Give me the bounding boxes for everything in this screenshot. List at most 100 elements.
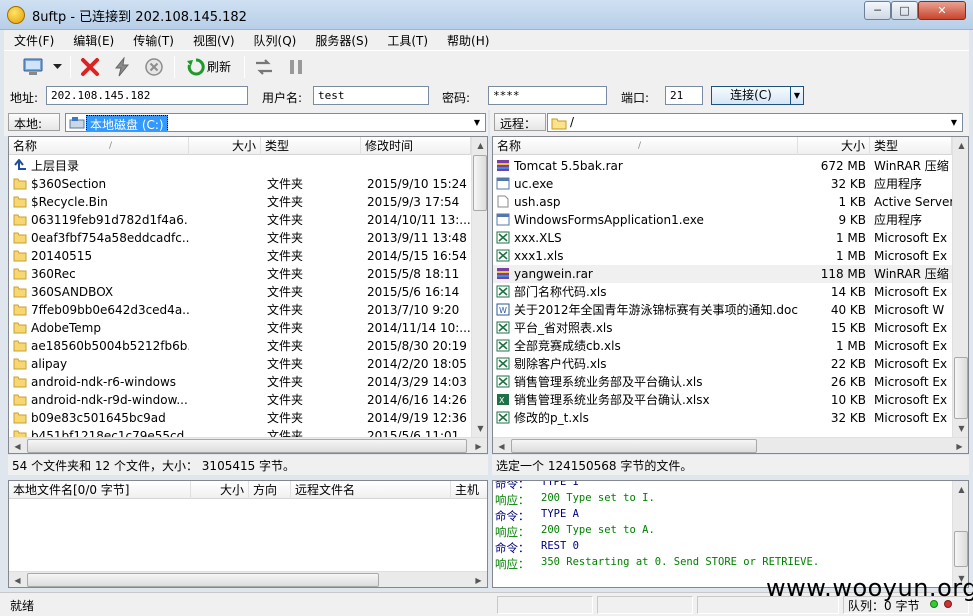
table-row[interactable]: $360Section 文件夹 2015/9/10 15:24 [9,175,471,193]
local-col-type[interactable]: 类型 [261,137,361,155]
disconnect-button[interactable] [76,54,104,79]
scroll-left-icon[interactable]: ◀ [9,572,26,587]
connect-dropdown-button[interactable]: ▼ [790,86,804,105]
drive-icon [69,117,85,129]
table-row[interactable]: xxx.XLS 1 MB Microsoft Ex [493,229,952,247]
table-row[interactable]: android-ndk-r9d-window... 文件夹 2014/6/16 14… [9,391,471,409]
queue-horizontal-scrollbar[interactable]: ◀ ▶ [9,571,487,587]
combo-arrow-icon[interactable]: ▼ [946,114,962,131]
menu-file[interactable]: 文件(F) [4,32,63,49]
queue-col-size[interactable]: 大小 [191,481,249,499]
table-row[interactable]: xxx1.xls 1 MB Microsoft Ex [493,247,952,265]
table-row[interactable]: WindowsFormsApplication1.exe 9 KB 应用程序 [493,211,952,229]
remote-col-name[interactable]: 名称 / [493,137,798,155]
transfer-mode-button[interactable] [250,54,278,79]
scroll-left-icon[interactable]: ◀ [9,438,26,453]
queue-col-host[interactable]: 主机 [451,481,487,499]
table-row[interactable]: 修改的p_t.xls 32 KB Microsoft Ex [493,409,952,427]
table-row[interactable]: b09e83c501645bc9ad 文件夹 2014/9/19 12:36 [9,409,471,427]
scroll-down-icon[interactable]: ▼ [472,420,487,437]
table-row[interactable]: 7ffeb09bb0e642d3ced4a... 文件夹 2013/7/10 9:2… [9,301,471,319]
table-row[interactable]: W 关于2012年全国青年游泳锦标赛有关事项的通知.doc 40 KB Microso… [493,301,952,319]
table-row[interactable]: 销售管理系统业务部及平台确认.xls 26 KB Microsoft Ex [493,373,952,391]
site-manager-button[interactable] [18,54,48,79]
table-row[interactable]: AdobeTemp 文件夹 2014/11/14 10:... [9,319,471,337]
local-col-size[interactable]: 大小 [189,137,261,155]
connect-button[interactable]: 连接(C) [711,86,791,105]
table-row[interactable]: 063119feb91d782d1f4a6... 文件夹 2014/10/11 13… [9,211,471,229]
remote-vertical-scrollbar[interactable]: ▲ ▼ [952,137,968,437]
address-input[interactable]: 202.108.145.182 [46,86,248,105]
queue-col-local[interactable]: 本地文件名[0/0 字节] [9,481,191,499]
remote-col-type[interactable]: 类型 [870,137,952,155]
connection-bar: 地址: 202.108.145.182 用户名: test 密码: **** 端… [4,82,969,110]
scroll-thumb[interactable] [27,439,467,453]
username-input[interactable]: test [313,86,429,105]
remote-col-size[interactable]: 大小 [798,137,870,155]
remote-horizontal-scrollbar[interactable]: ◀ ▶ [493,437,968,453]
site-dropdown-button[interactable] [50,54,64,79]
table-row[interactable]: 0eaf3fbf754a58eddcadfc... 文件夹 2013/9/11 13… [9,229,471,247]
scroll-thumb[interactable] [511,439,757,453]
menu-tools[interactable]: 工具(T) [377,32,437,49]
local-col-time[interactable]: 修改时间 [361,137,471,155]
table-row[interactable]: alipay 文件夹 2014/2/20 18:05 [9,355,471,373]
log-text: TYPE I [541,481,579,488]
remote-path-combo[interactable]: / ▼ [547,113,963,132]
table-row[interactable]: X 销售管理系统业务部及平台确认.xlsx 10 KB Microsoft Ex [493,391,952,409]
stop-button[interactable] [140,54,168,79]
menu-server[interactable]: 服务器(S) [305,32,377,49]
scroll-down-icon[interactable]: ▼ [953,420,968,437]
queue-col-remote[interactable]: 远程文件名 [291,481,451,499]
local-path-combo[interactable]: 本地磁盘 (C:) ▼ [65,113,486,132]
transfer-arrows-icon [256,58,272,75]
maximize-button[interactable]: □ [891,1,918,20]
minimize-button[interactable]: ─ [864,1,891,20]
table-row[interactable]: 剔除客户代码.xls 22 KB Microsoft Ex [493,355,952,373]
scroll-up-icon[interactable]: ▲ [472,137,487,154]
scroll-right-icon[interactable]: ▶ [951,438,968,453]
scroll-right-icon[interactable]: ▶ [470,572,487,587]
menu-view[interactable]: 视图(V) [183,32,244,49]
table-row[interactable]: 部门名称代码.xls 14 KB Microsoft Ex [493,283,952,301]
scroll-thumb[interactable] [954,531,968,567]
table-row[interactable]: yangwein.rar 118 MB WinRAR 压缩 [493,265,952,283]
log-vertical-scrollbar[interactable]: ▲ ▼ [952,481,968,587]
port-input[interactable]: 21 [665,86,703,105]
scroll-thumb[interactable] [473,155,487,211]
password-input[interactable]: **** [488,86,607,105]
table-row[interactable]: ae18560b5004b5212fb6b... 文件夹 2015/8/30 20:… [9,337,471,355]
table-row[interactable]: 360SANDBOX 文件夹 2015/5/6 16:14 [9,283,471,301]
parent-directory-row[interactable]: 上层目录 [9,157,471,175]
close-button[interactable]: ✕ [918,1,966,20]
scroll-thumb[interactable] [27,573,379,587]
table-row[interactable]: 平台_省对照表.xls 15 KB Microsoft Ex [493,319,952,337]
scroll-up-icon[interactable]: ▲ [953,481,968,498]
pause-button[interactable] [282,54,310,79]
scroll-left-icon[interactable]: ◀ [493,438,510,453]
table-row[interactable]: ush.asp 1 KB Active Server [493,193,952,211]
local-vertical-scrollbar[interactable]: ▲ ▼ [471,137,487,437]
queue-col-direction[interactable]: 方向 [249,481,291,499]
table-row[interactable]: $Recycle.Bin 文件夹 2015/9/3 17:54 [9,193,471,211]
menu-edit[interactable]: 编辑(E) [63,32,123,49]
table-row[interactable]: 20140515 文件夹 2014/5/15 16:54 [9,247,471,265]
local-col-name[interactable]: 名称 / [9,137,189,155]
scroll-right-icon[interactable]: ▶ [470,438,487,453]
table-row[interactable]: Tomcat 5.5bak.rar 672 MB WinRAR 压缩 [493,157,952,175]
menu-queue[interactable]: 队列(Q) [244,32,306,49]
table-row[interactable]: uc.exe 32 KB 应用程序 [493,175,952,193]
menu-transfer[interactable]: 传输(T) [123,32,183,49]
table-row[interactable]: 全部竞赛成绩cb.xls 1 MB Microsoft Ex [493,337,952,355]
menu-help[interactable]: 帮助(H) [437,32,498,49]
quick-connect-button[interactable] [108,54,136,79]
refresh-button[interactable]: 刷新 [180,54,238,79]
local-horizontal-scrollbar[interactable]: ◀ ▶ [9,437,487,453]
scroll-thumb[interactable] [954,357,968,419]
file-name: xxx1.xls [514,249,564,263]
table-row[interactable]: android-ndk-r6-windows 文件夹 2014/3/29 14:03 [9,373,471,391]
scroll-up-icon[interactable]: ▲ [953,137,968,154]
combo-arrow-icon[interactable]: ▼ [469,114,485,131]
table-row[interactable]: 360Rec 文件夹 2015/5/8 18:11 [9,265,471,283]
table-row[interactable]: b451bf1218ec1c79e55cd... 文件夹 2015/5/6 11:0… [9,427,471,437]
